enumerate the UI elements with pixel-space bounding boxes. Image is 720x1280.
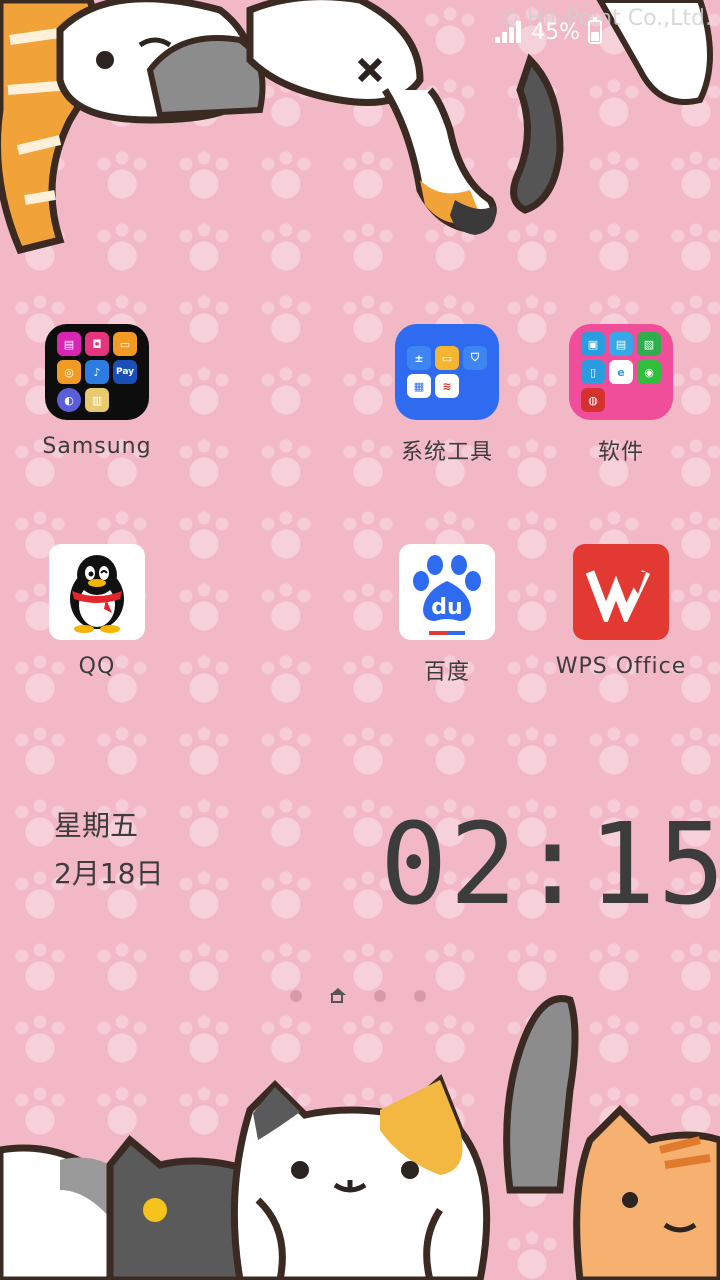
app-label: QQ <box>78 654 116 679</box>
app-label: 系统工具 <box>400 440 493 465</box>
signal-icon <box>495 21 523 43</box>
app-label: Samsung <box>42 434 152 459</box>
calendar-icon: ▦ <box>407 374 431 398</box>
samsung-bag-icon: ◘ <box>85 332 109 356</box>
app-label: WPS Office <box>555 654 687 679</box>
clock-widget[interactable]: 02:15 <box>380 800 720 930</box>
samsung-internet-icon: ◐ <box>57 388 81 412</box>
software-folder-icon[interactable]: ▣ ▤ ▧ ▯ e ◉ ◍ <box>569 324 673 420</box>
netease-music-icon: ◍ <box>581 388 605 412</box>
baidu-du-text: du <box>431 595 462 620</box>
status-bar: 45% <box>495 12 602 52</box>
app-folder-system-tools[interactable]: ± ▭ ⛉ ▦ ≋ 系统工具 <box>362 324 532 466</box>
date-text: 2月18日 <box>54 857 164 890</box>
samsung-sim-icon: ▥ <box>85 388 109 412</box>
battery-percent: 45% <box>531 19 580 45</box>
samsung-store-icon: ▤ <box>57 332 81 356</box>
app-wps-office[interactable]: WPS Office <box>536 544 706 679</box>
sd-card-icon: ▯ <box>581 360 605 384</box>
samsung-folder-icon[interactable]: ▤ ◘ ▭ ◎ ♪ Pay ◐ ▥ <box>45 324 149 420</box>
system-tools-folder-icon[interactable]: ± ▭ ⛉ ▦ ≋ <box>395 324 499 420</box>
app-qq[interactable]: QQ <box>12 544 182 679</box>
browser-icon: e <box>609 360 633 384</box>
app-label: 百度 <box>423 660 470 685</box>
samsung-contact-icon: ◎ <box>57 360 81 384</box>
wallpaper-cats-top <box>0 0 713 255</box>
samsung-message-icon: ▭ <box>113 332 137 356</box>
store-icon: ▣ <box>581 332 605 356</box>
wps-office-icon[interactable] <box>573 544 669 640</box>
qq-penguin-icon[interactable] <box>49 544 145 640</box>
baidu-paw-icon[interactable]: du <box>399 544 495 640</box>
app-baidu[interactable]: du 百度 <box>362 544 532 686</box>
wechat-icon: ◉ <box>637 360 661 384</box>
date-widget[interactable]: 星期五 2月18日 <box>54 802 163 898</box>
weekday-text: 星期五 <box>54 809 139 842</box>
samsung-mic-icon: ♪ <box>85 360 109 384</box>
battery-icon <box>588 17 602 44</box>
wallpaper-cats-bottom <box>0 995 720 1280</box>
security-icon: ⛉ <box>463 346 487 370</box>
app-lock-icon: ▤ <box>609 332 633 356</box>
files-icon: ▭ <box>435 346 459 370</box>
samsung-pay-icon: Pay <box>113 360 137 384</box>
gallery-icon: ▧ <box>637 332 661 356</box>
voice-recorder-icon: ≋ <box>435 374 459 398</box>
app-folder-software[interactable]: ▣ ▤ ▧ ▯ e ◉ ◍ 软件 <box>536 324 706 466</box>
app-label: 软件 <box>597 440 644 465</box>
app-folder-samsung[interactable]: ▤ ◘ ▭ ◎ ♪ Pay ◐ ▥ Samsung <box>12 324 182 459</box>
calculator-icon: ± <box>407 346 431 370</box>
